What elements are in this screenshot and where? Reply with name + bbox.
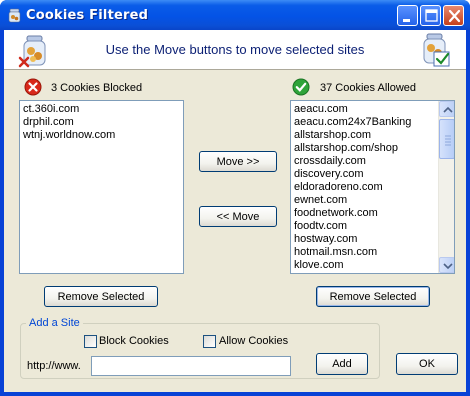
app-window: Cookies Filtered Use the Move buttons to… xyxy=(0,0,470,396)
red-x-icon xyxy=(24,78,42,96)
chevron-up-icon xyxy=(443,106,453,113)
remove-blocked-button[interactable]: Remove Selected xyxy=(44,286,158,307)
allowed-list[interactable]: aeacu.com aeacu.com24x7Banking allstarsh… xyxy=(290,100,455,274)
list-item[interactable]: crossdaily.com xyxy=(291,155,454,168)
list-item[interactable]: aeacu.com xyxy=(291,103,454,116)
cookie-jar-check-icon xyxy=(418,32,452,71)
list-item[interactable]: klove.com xyxy=(291,259,454,272)
site-url-input[interactable] xyxy=(91,356,291,376)
block-cookies-checkbox[interactable] xyxy=(84,335,97,348)
list-item[interactable]: hotmail.msn.com xyxy=(291,246,454,259)
client-area: Use the Move buttons to move selected si… xyxy=(4,30,466,392)
blocked-header: 3 Cookies Blocked xyxy=(51,82,143,94)
add-button[interactable]: Add xyxy=(316,353,368,375)
instruction-banner: Use the Move buttons to move selected si… xyxy=(4,30,466,70)
close-icon xyxy=(448,9,461,23)
ok-button[interactable]: OK xyxy=(396,353,458,375)
move-left-button[interactable]: << Move xyxy=(199,206,277,227)
allowed-list-scrollbar[interactable] xyxy=(438,101,454,273)
list-item[interactable]: wtnj.worldnow.com xyxy=(20,129,183,142)
allow-cookies-checkbox[interactable] xyxy=(203,335,216,348)
green-check-icon xyxy=(292,78,310,96)
list-item[interactable]: drphil.com xyxy=(20,116,183,129)
window-title: Cookies Filtered xyxy=(26,8,149,23)
list-item[interactable]: hostway.com xyxy=(291,233,454,246)
list-item[interactable]: foodtv.com xyxy=(291,220,454,233)
block-cookies-label[interactable]: Block Cookies xyxy=(99,335,169,347)
list-item[interactable]: aeacu.com24x7Banking xyxy=(291,116,454,129)
allowed-header: 37 Cookies Allowed xyxy=(320,82,417,94)
scroll-thumb[interactable] xyxy=(439,119,454,159)
title-bar[interactable]: Cookies Filtered xyxy=(0,0,470,30)
list-item[interactable]: ct.360i.com xyxy=(20,103,183,116)
scroll-up-button[interactable] xyxy=(439,101,454,117)
maximize-icon xyxy=(425,9,438,22)
move-right-button[interactable]: Move >> xyxy=(199,151,277,172)
scroll-down-button[interactable] xyxy=(439,257,454,273)
maximize-button[interactable] xyxy=(420,5,441,26)
list-item[interactable]: ewnet.com xyxy=(291,194,454,207)
allow-cookies-label[interactable]: Allow Cookies xyxy=(219,335,288,347)
list-item[interactable]: eldoradoreno.com xyxy=(291,181,454,194)
blocked-list[interactable]: ct.360i.com drphil.com wtnj.worldnow.com xyxy=(19,100,184,274)
chevron-down-icon xyxy=(443,263,453,270)
cookie-jar-app-icon xyxy=(7,8,22,23)
minimize-icon xyxy=(403,19,410,22)
minimize-button[interactable] xyxy=(397,5,418,26)
grip-icon xyxy=(445,135,451,146)
list-item[interactable]: allstarshop.com xyxy=(291,129,454,142)
close-button[interactable] xyxy=(443,5,464,26)
remove-allowed-button[interactable]: Remove Selected xyxy=(316,286,430,307)
list-item[interactable]: discovery.com xyxy=(291,168,454,181)
list-item[interactable]: foodnetwork.com xyxy=(291,207,454,220)
list-item[interactable]: allstarshop.com/shop xyxy=(291,142,454,155)
instruction-text: Use the Move buttons to move selected si… xyxy=(105,42,365,57)
add-site-group-label: Add a Site xyxy=(26,317,83,329)
url-prefix-label: http://www. xyxy=(27,360,81,372)
